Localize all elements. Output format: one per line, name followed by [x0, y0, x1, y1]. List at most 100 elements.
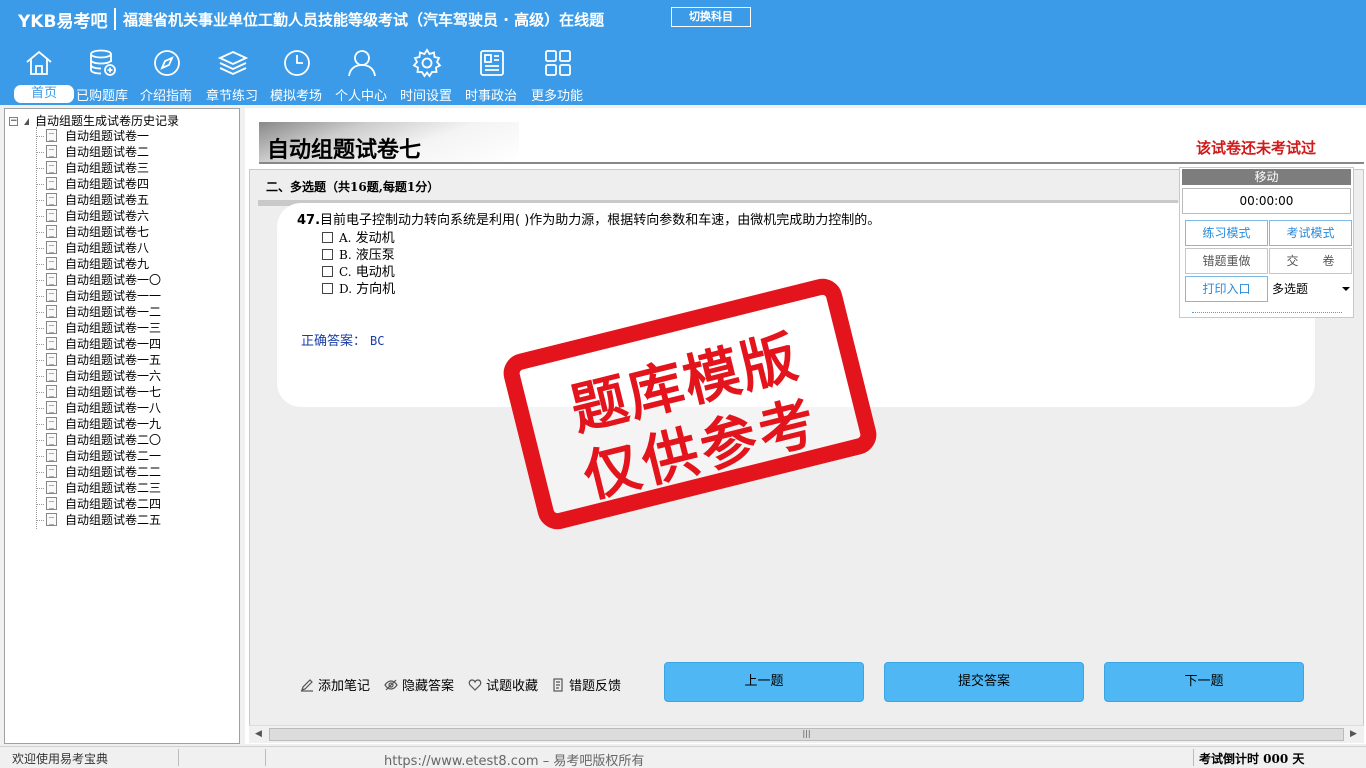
document-icon — [46, 289, 57, 302]
tree-item[interactable]: 自动组题试卷二〇 — [36, 432, 161, 448]
tree-item[interactable]: 自动组题试卷二二 — [36, 464, 161, 480]
timer-drag-handle[interactable]: 移动 — [1182, 169, 1351, 185]
nav-label: 首页 — [14, 85, 74, 103]
option-letter: C. — [339, 265, 352, 279]
document-icon — [46, 257, 57, 270]
exam-mode-button[interactable]: 考试模式 — [1269, 220, 1352, 246]
history-tree: − 自动组题生成试卷历史记录 自动组题试卷一 自动组题试卷二 自动组题试卷三 自动组题试… — [4, 108, 240, 744]
tree-item-label: 自动组题试卷三 — [65, 161, 150, 175]
grid-icon — [545, 50, 571, 76]
tree-item-label: 自动组题试卷一九 — [65, 417, 162, 431]
prev-question-button[interactable]: 上一题 — [664, 662, 864, 702]
copyright-text: https://www.etest8.com – 易考吧版权所有 — [384, 754, 645, 768]
tree-arrow-icon — [24, 118, 29, 125]
document-icon — [46, 433, 57, 446]
status-divider — [178, 749, 179, 766]
nav-label: 更多功能 — [530, 89, 583, 104]
tree-item[interactable]: 自动组题试卷一 — [36, 128, 161, 144]
print-button[interactable]: 打印入口 — [1185, 276, 1268, 302]
nav-item-more[interactable]: 更多功能 — [525, 46, 589, 104]
nav-item-politics[interactable]: 时事政治 — [459, 46, 523, 104]
news-icon — [480, 50, 504, 76]
tree-item-label: 自动组题试卷二四 — [65, 497, 162, 511]
tree-item[interactable]: 自动组题试卷二 — [36, 144, 161, 160]
tree-item[interactable]: 自动组题试卷一六 — [36, 368, 161, 384]
tree-item[interactable]: 自动组题试卷一四 — [36, 336, 161, 352]
nav-item-time-settings[interactable]: 时间设置 — [394, 46, 458, 104]
tree-item-label: 自动组题试卷八 — [65, 241, 150, 255]
document-icon — [46, 177, 57, 190]
option-d[interactable]: D. 方向机 — [322, 278, 395, 297]
tree-item[interactable]: 自动组题试卷九 — [36, 256, 161, 272]
scroll-right-icon[interactable]: ▶ — [1350, 729, 1357, 739]
tree-item[interactable]: 自动组题试卷二一 — [36, 448, 161, 464]
tree-root-label: 自动组题生成试卷历史记录 — [35, 114, 180, 128]
tree-item[interactable]: 自动组题试卷七 — [36, 224, 161, 240]
tree-item[interactable]: 自动组题试卷五 — [36, 192, 161, 208]
scrollbar-thumb[interactable]: ||| — [269, 728, 1344, 741]
option-checkbox[interactable] — [322, 232, 333, 243]
tree-item[interactable]: 自动组题试卷一五 — [36, 352, 161, 368]
favorite-label: 试题收藏 — [486, 679, 539, 694]
nav-item-chapter[interactable]: 章节练习 — [200, 46, 264, 104]
question-type-select[interactable]: 多选题 — [1270, 276, 1354, 302]
switch-subject-button[interactable]: 切换科目 — [671, 7, 751, 27]
tree-item[interactable]: 自动组题试卷一二 — [36, 304, 161, 320]
tree-item[interactable]: 自动组题试卷八 — [36, 240, 161, 256]
document-icon — [46, 145, 57, 158]
tree-item-label: 自动组题试卷二二 — [65, 465, 162, 479]
nav-item-guide[interactable]: 介绍指南 — [134, 46, 198, 104]
document-icon — [46, 369, 57, 382]
paper-title: 自动组题试卷七 — [267, 138, 422, 163]
tree-item[interactable]: 自动组题试卷二五 — [36, 512, 161, 528]
redo-wrong-button[interactable]: 错题重做 — [1185, 248, 1268, 274]
tree-item-label: 自动组题试卷九 — [65, 257, 150, 271]
option-checkbox[interactable] — [322, 283, 333, 294]
nav-item-mock-exam[interactable]: 模拟考场 — [264, 46, 328, 104]
timer-resize-handle[interactable] — [1192, 312, 1342, 313]
tree-item[interactable]: 自动组题试卷六 — [36, 208, 161, 224]
feedback-icon — [553, 678, 563, 692]
tree-item[interactable]: 自动组题试卷四 — [36, 176, 161, 192]
option-checkbox[interactable] — [322, 266, 333, 277]
document-icon — [46, 353, 57, 366]
hand-in-button[interactable]: 交 卷 — [1269, 248, 1352, 274]
tree-item[interactable]: 自动组题试卷一〇 — [36, 272, 161, 288]
add-note-label: 添加笔记 — [318, 679, 371, 694]
tree-item[interactable]: 自动组题试卷一一 — [36, 288, 161, 304]
document-icon — [46, 209, 57, 222]
tree-item-label: 自动组题试卷一一 — [65, 289, 162, 303]
scroll-left-icon[interactable]: ◀ — [255, 729, 262, 739]
title-divider — [259, 162, 1364, 164]
next-question-button[interactable]: 下一题 — [1104, 662, 1304, 702]
hide-answer-button[interactable]: 隐藏答案 — [384, 675, 454, 694]
tree-root[interactable]: − 自动组题生成试卷历史记录 — [9, 112, 179, 129]
tree-item[interactable]: 自动组题试卷一三 — [36, 320, 161, 336]
nav-item-purchased[interactable]: 已购题库 — [70, 46, 134, 104]
submit-answer-button[interactable]: 提交答案 — [884, 662, 1084, 702]
tree-item[interactable]: 自动组题试卷一七 — [36, 384, 161, 400]
brand-logo: YKB易考吧 — [18, 12, 108, 32]
tree-item[interactable]: 自动组题试卷二三 — [36, 480, 161, 496]
option-checkbox[interactable] — [322, 249, 333, 260]
tree-item[interactable]: 自动组题试卷三 — [36, 160, 161, 176]
tree-item[interactable]: 自动组题试卷一八 — [36, 400, 161, 416]
favorite-button[interactable]: 试题收藏 — [468, 675, 538, 694]
horizontal-scrollbar[interactable]: ◀ ||| ▶ — [249, 725, 1364, 743]
practice-mode-button[interactable]: 练习模式 — [1185, 220, 1268, 246]
correct-answer: 正确答案： BC — [301, 330, 384, 349]
answer-value: BC — [370, 334, 385, 348]
document-icon — [46, 385, 57, 398]
nav-item-profile[interactable]: 个人中心 — [329, 46, 393, 104]
feedback-button[interactable]: 错题反馈 — [551, 675, 621, 694]
status-divider — [265, 749, 266, 766]
document-icon — [46, 321, 57, 334]
tree-item[interactable]: 自动组题试卷一九 — [36, 416, 161, 432]
tree-item-label: 自动组题试卷一四 — [65, 337, 162, 351]
clock-icon — [284, 50, 310, 76]
tree-item[interactable]: 自动组题试卷二四 — [36, 496, 161, 512]
add-note-button[interactable]: 添加笔记 — [300, 675, 370, 694]
collapse-toggle-icon[interactable]: − — [9, 117, 18, 126]
nav-item-home[interactable]: 首页 — [6, 46, 74, 104]
option-letter: A. — [339, 231, 352, 245]
